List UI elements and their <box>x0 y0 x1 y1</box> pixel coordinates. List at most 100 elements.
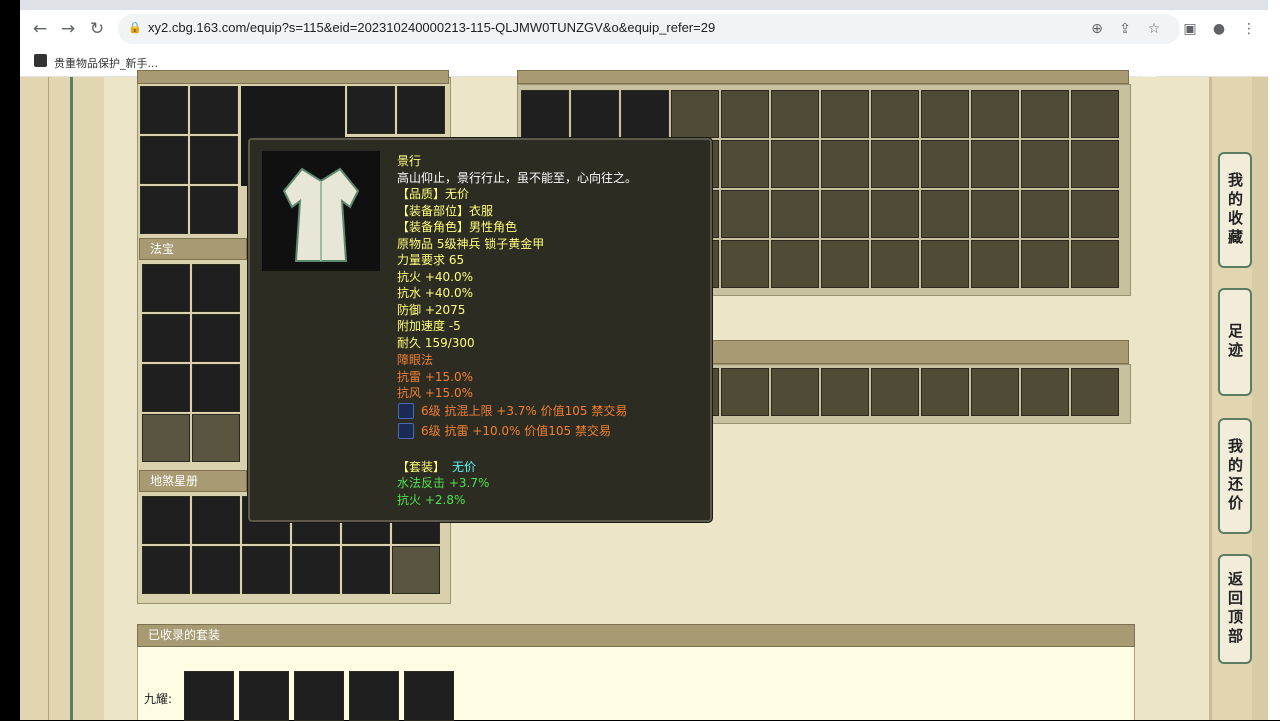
my-offers-button[interactable]: 我的还价 <box>1218 418 1252 534</box>
inventory-slot[interactable] <box>1021 368 1069 416</box>
inventory-slot[interactable] <box>821 90 869 138</box>
zoom-icon[interactable]: ⊕ <box>1086 18 1108 40</box>
collected-sets-header: 已收录的套装 <box>137 624 1135 647</box>
disha-card[interactable] <box>242 546 290 594</box>
inventory-slot[interactable] <box>771 140 819 188</box>
inventory-slot[interactable] <box>971 240 1019 288</box>
bookmark-item[interactable]: 贵重物品保护_新手... <box>54 55 158 71</box>
equip-slot-bracelet[interactable] <box>397 86 445 134</box>
inventory-slot[interactable] <box>1071 190 1119 238</box>
share-icon[interactable]: ⇪ <box>1114 18 1136 40</box>
inventory-slot[interactable] <box>821 140 869 188</box>
inventory-slot[interactable] <box>871 140 919 188</box>
disha-card[interactable] <box>292 546 340 594</box>
inventory-slot[interactable] <box>1071 368 1119 416</box>
inventory-slot[interactable] <box>1021 190 1069 238</box>
fabao-slot[interactable] <box>142 364 190 412</box>
equip-slot-weapon[interactable] <box>140 136 188 184</box>
gem-icon <box>398 403 414 419</box>
profile-icon[interactable]: ● <box>1208 18 1230 40</box>
equip-slot-accessory[interactable] <box>140 186 188 234</box>
set-item[interactable] <box>404 671 454 721</box>
inventory-slot[interactable] <box>921 90 969 138</box>
inventory-slot[interactable] <box>1021 90 1069 138</box>
my-offers-label: 我的还价 <box>1226 438 1244 514</box>
set-stat: 抗火 +2.8% <box>397 493 466 507</box>
inventory-slot[interactable] <box>921 140 969 188</box>
inventory-slot[interactable] <box>971 368 1019 416</box>
favorites-button[interactable]: 我的收藏 <box>1218 152 1252 268</box>
inventory-slot[interactable] <box>721 140 769 188</box>
inventory-slot[interactable] <box>871 90 919 138</box>
disha-card[interactable] <box>342 546 390 594</box>
reload-button[interactable]: ↻ <box>84 16 110 42</box>
inventory-slot[interactable] <box>1071 90 1119 138</box>
inventory-slot[interactable] <box>721 240 769 288</box>
set-item[interactable] <box>184 671 234 721</box>
back-to-top-button[interactable]: 返回顶部 <box>1218 554 1252 664</box>
set-value: 无价 <box>452 460 477 474</box>
fabao-slot-empty[interactable] <box>192 414 240 462</box>
fabao-slot-empty[interactable] <box>142 414 190 462</box>
fabao-slot[interactable] <box>192 364 240 412</box>
inventory-slot[interactable] <box>971 90 1019 138</box>
inventory-slot[interactable] <box>1071 240 1119 288</box>
equip-slot-armor[interactable] <box>140 86 188 134</box>
menu-icon[interactable]: ⋮ <box>1238 18 1260 40</box>
equip-slot-necklace[interactable] <box>190 86 238 134</box>
forward-button[interactable]: → <box>55 16 81 42</box>
item-stat: 耐久 159/300 <box>397 336 475 350</box>
inventory-slot[interactable] <box>621 90 669 138</box>
inventory-slot[interactable] <box>771 190 819 238</box>
equip-slot-ring[interactable] <box>347 86 395 134</box>
inventory-slot[interactable] <box>1071 140 1119 188</box>
item-role: 【装备角色】男性角色 <box>397 220 518 234</box>
disha-card[interactable] <box>192 496 240 544</box>
inventory-slot[interactable] <box>721 90 769 138</box>
inventory-slot[interactable] <box>871 190 919 238</box>
inventory-slot[interactable] <box>871 368 919 416</box>
item-image <box>262 151 380 271</box>
equip-slot-boots[interactable] <box>190 186 238 234</box>
inventory-slot[interactable] <box>521 90 569 138</box>
disha-card[interactable] <box>142 496 190 544</box>
disha-card-empty[interactable] <box>392 546 440 594</box>
fabao-slot[interactable] <box>192 314 240 362</box>
inventory-slot[interactable] <box>971 190 1019 238</box>
equip-slot-robe[interactable] <box>190 136 238 184</box>
equipment-header <box>137 70 449 84</box>
inventory-slot[interactable] <box>821 240 869 288</box>
inventory-slot[interactable] <box>771 240 819 288</box>
inventory-slot[interactable] <box>721 368 769 416</box>
set-item[interactable] <box>239 671 289 721</box>
fabao-slot[interactable] <box>142 264 190 312</box>
inventory-slot[interactable] <box>971 140 1019 188</box>
inventory-slot[interactable] <box>821 368 869 416</box>
inventory-slot[interactable] <box>721 190 769 238</box>
disha-card[interactable] <box>192 546 240 594</box>
inventory-slot[interactable] <box>1021 140 1069 188</box>
favorites-label: 我的收藏 <box>1226 172 1244 248</box>
site-info-icon[interactable]: 🔒 <box>128 21 142 34</box>
inventory-slot[interactable] <box>921 368 969 416</box>
set-item[interactable] <box>349 671 399 721</box>
disha-card[interactable] <box>142 546 190 594</box>
inventory-slot[interactable] <box>871 240 919 288</box>
inventory-slot[interactable] <box>921 240 969 288</box>
bookmark-star-icon[interactable]: ☆ <box>1143 18 1165 40</box>
inventory-slot[interactable] <box>671 90 719 138</box>
url-text[interactable]: xy2.cbg.163.com/equip?s=115&eid=20231024… <box>148 20 715 35</box>
inventory-slot[interactable] <box>1021 240 1069 288</box>
inventory-slot[interactable] <box>571 90 619 138</box>
side-panel-icon[interactable]: ▣ <box>1179 18 1201 40</box>
fabao-slot[interactable] <box>142 314 190 362</box>
back-button[interactable]: ← <box>27 16 53 42</box>
inventory-slot[interactable] <box>921 190 969 238</box>
inventory-slot[interactable] <box>771 368 819 416</box>
footprint-button[interactable]: 足迹 <box>1218 288 1252 396</box>
inventory-slot[interactable] <box>821 190 869 238</box>
back-to-top-label: 返回顶部 <box>1226 571 1244 647</box>
fabao-slot[interactable] <box>192 264 240 312</box>
inventory-slot[interactable] <box>771 90 819 138</box>
set-item[interactable] <box>294 671 344 721</box>
